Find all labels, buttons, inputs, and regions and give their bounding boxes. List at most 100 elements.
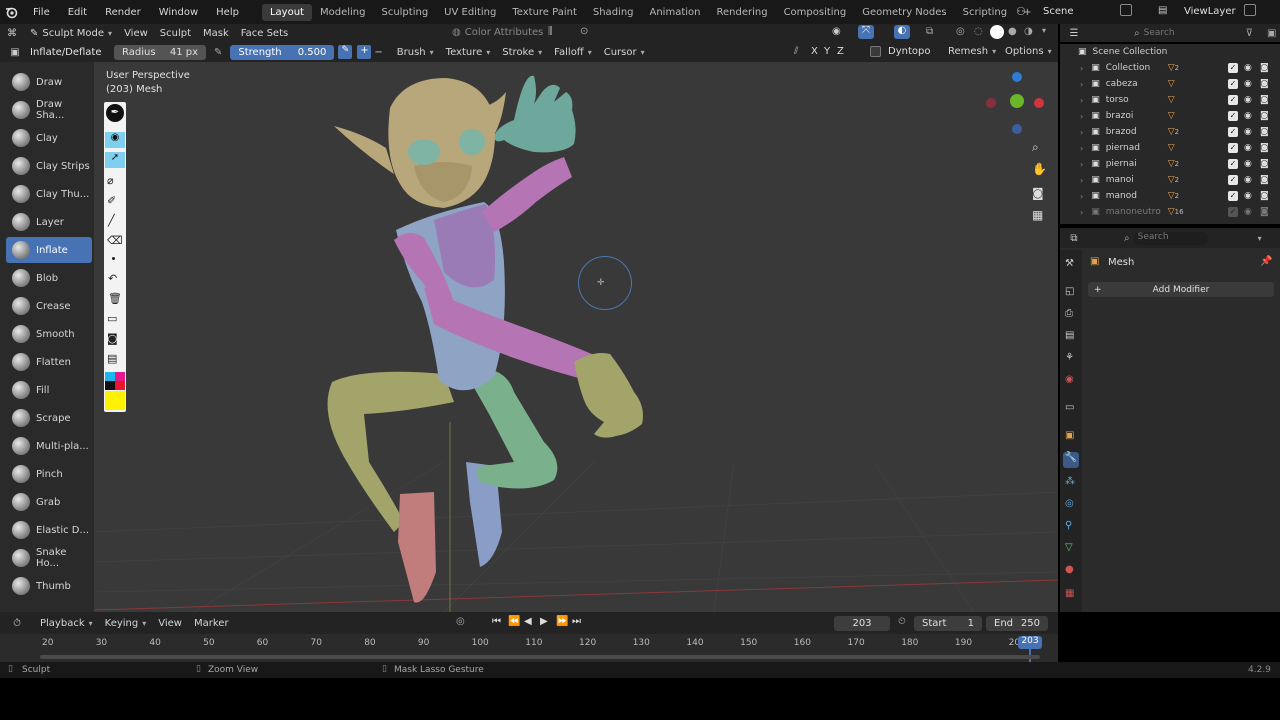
eye-icon[interactable]: ◉ bbox=[1244, 79, 1252, 89]
texture-tab-icon[interactable]: ▦ bbox=[1065, 588, 1074, 599]
camera-render-icon[interactable]: ◙ bbox=[1260, 111, 1269, 121]
workspace-tab-texture-paint[interactable]: Texture Paint bbox=[504, 4, 585, 21]
include-checkbox-icon[interactable]: ✓ bbox=[1228, 95, 1238, 105]
xray-icon[interactable]: ⧉ bbox=[926, 26, 933, 37]
menu-file[interactable]: File bbox=[24, 7, 59, 18]
view-menu[interactable]: View bbox=[152, 616, 188, 631]
play-icon[interactable]: ▶ bbox=[540, 616, 548, 627]
outliner-row[interactable]: › ▣ piernai ▽ 2 ✓ ◉ ◙ bbox=[1060, 156, 1280, 172]
marker-menu[interactable]: Marker bbox=[188, 616, 235, 631]
keying-menu[interactable]: Keying ▾ bbox=[99, 616, 153, 631]
z-axis-ball[interactable] bbox=[1012, 72, 1022, 82]
menu-face-sets[interactable]: Face Sets bbox=[235, 26, 294, 41]
symmetry-icon[interactable]: ⫼ bbox=[548, 26, 553, 37]
remesh-menu[interactable]: Remesh ▾ bbox=[942, 44, 1002, 59]
view-layer-name[interactable]: ViewLayer bbox=[1184, 6, 1236, 17]
expand-chevron-icon[interactable]: › bbox=[1080, 160, 1083, 169]
new-collection-icon[interactable]: ▣ bbox=[1267, 28, 1276, 39]
solid-shading-icon[interactable]: ◌ bbox=[974, 26, 983, 37]
workspace-tab-shading[interactable]: Shading bbox=[585, 4, 642, 21]
render-shading-icon[interactable]: ◑ bbox=[1024, 26, 1033, 37]
expand-chevron-icon[interactable]: › bbox=[1080, 96, 1083, 105]
brush-menu[interactable]: Brush ▾ bbox=[391, 45, 440, 60]
scene-selector-icon[interactable]: ⚇ bbox=[1016, 5, 1026, 18]
menu-window[interactable]: Window bbox=[150, 7, 207, 18]
scene-tab-icon[interactable]: ⚘ bbox=[1065, 352, 1074, 363]
collection-tab-icon[interactable]: ▭ bbox=[1065, 402, 1074, 413]
camera-render-icon[interactable]: ◙ bbox=[1260, 63, 1269, 73]
tool-18[interactable]: Thumb bbox=[6, 573, 92, 599]
gizmo-toggle-icon[interactable]: ⤧ bbox=[858, 25, 874, 39]
eye-icon[interactable]: ◉ bbox=[1244, 127, 1252, 137]
properties-options-chevron-icon[interactable]: ▾ bbox=[1258, 234, 1262, 243]
include-checkbox-icon[interactable]: ✓ bbox=[1228, 111, 1238, 121]
clock-icon[interactable]: ⏲ bbox=[898, 616, 906, 627]
stroke-menu[interactable]: Stroke ▾ bbox=[496, 45, 548, 60]
next-keyframe-icon[interactable]: ⏩ bbox=[556, 616, 568, 627]
y-neg-axis-ball[interactable] bbox=[1012, 124, 1022, 134]
mirror-icon[interactable]: ⫽ bbox=[794, 46, 798, 57]
menu-view[interactable]: View bbox=[118, 26, 154, 41]
tool-16[interactable]: Elastic D... bbox=[6, 517, 92, 543]
tool-1[interactable]: Draw Sha... bbox=[6, 97, 92, 123]
pivot-icon[interactable]: ⊙ bbox=[580, 26, 588, 37]
subtract-direction-button[interactable]: − bbox=[374, 47, 382, 58]
include-checkbox-icon[interactable]: ✓ bbox=[1228, 191, 1238, 201]
modifier-tab-icon[interactable]: 🔧 bbox=[1063, 452, 1079, 468]
tool-5[interactable]: Layer bbox=[6, 209, 92, 235]
tool-2[interactable]: Clay bbox=[6, 125, 92, 151]
jump-start-icon[interactable]: ⏮ bbox=[492, 616, 501, 627]
rendered-shading-icon[interactable]: ● bbox=[1008, 26, 1017, 37]
tool-14[interactable]: Pinch bbox=[6, 461, 92, 487]
material-shading-icon[interactable] bbox=[990, 25, 1004, 39]
include-checkbox-icon[interactable]: ✓ bbox=[1228, 159, 1238, 169]
menu-sculpt[interactable]: Sculpt bbox=[154, 26, 197, 41]
eye-icon[interactable]: ◉ bbox=[1244, 111, 1252, 121]
include-checkbox-icon[interactable]: ✓ bbox=[1228, 175, 1238, 185]
prev-keyframe-icon[interactable]: ⏪ bbox=[508, 616, 520, 627]
workspace-tab-rendering[interactable]: Rendering bbox=[708, 4, 775, 21]
brush-name[interactable]: Inflate/Deflate bbox=[30, 47, 108, 58]
tool-11[interactable]: Fill bbox=[6, 377, 92, 403]
add-direction-button[interactable]: + bbox=[357, 45, 372, 59]
tool-tab-icon[interactable]: ⚒ bbox=[1065, 258, 1074, 269]
eye-icon[interactable]: ◉ bbox=[1244, 63, 1252, 73]
cursor-menu[interactable]: Cursor ▾ bbox=[598, 45, 651, 60]
tool-12[interactable]: Scrape bbox=[6, 405, 92, 431]
output-tab-icon[interactable]: ⎙ bbox=[1065, 308, 1073, 319]
jump-end-icon[interactable]: ⏭ bbox=[572, 616, 581, 627]
expand-chevron-icon[interactable]: › bbox=[1080, 144, 1083, 153]
3d-viewport[interactable]: User Perspective (203) Mesh ✒ ◉ ➚ ⌀ ✐ ╱ … bbox=[94, 62, 1058, 612]
object-tab-icon[interactable]: ▣ bbox=[1065, 430, 1074, 441]
axis-y-toggle[interactable]: Y bbox=[824, 46, 830, 57]
zoom-icon[interactable]: ⌕ bbox=[1032, 140, 1039, 155]
tool-8[interactable]: Crease bbox=[6, 293, 92, 319]
expand-chevron-icon[interactable]: › bbox=[1080, 208, 1083, 217]
tool-9[interactable]: Smooth bbox=[6, 321, 92, 347]
axis-z-toggle[interactable]: Z bbox=[837, 46, 844, 57]
timeline-scrollbar[interactable] bbox=[40, 655, 1040, 659]
world-tab-icon[interactable]: ◉ bbox=[1065, 374, 1074, 385]
outliner-row[interactable]: › ▣ manoi ▽ 2 ✓ ◉ ◙ bbox=[1060, 172, 1280, 188]
tool-17[interactable]: Snake Ho... bbox=[6, 545, 92, 571]
scene-name[interactable]: Scene bbox=[1043, 6, 1074, 17]
outliner-row[interactable]: › ▣ torso ▽ ✓ ◉ ◙ bbox=[1060, 92, 1280, 108]
render-tab-icon[interactable]: ◱ bbox=[1065, 286, 1074, 297]
x-neg-axis-ball[interactable] bbox=[986, 98, 996, 108]
outliner-row[interactable]: › ▣ manod ▽ 2 ✓ ◉ ◙ bbox=[1060, 188, 1280, 204]
y-axis-ball[interactable] bbox=[1010, 94, 1024, 108]
physics-tab-icon[interactable]: ◎ bbox=[1065, 498, 1074, 509]
material-tab-icon[interactable]: ● bbox=[1065, 564, 1074, 575]
current-frame-field[interactable]: 203 bbox=[834, 616, 890, 631]
tool-13[interactable]: Multi-pla... bbox=[6, 433, 92, 459]
workspace-tab-modeling[interactable]: Modeling bbox=[312, 4, 374, 21]
workspace-tab-scripting[interactable]: Scripting bbox=[955, 4, 1015, 21]
playhead-frame-indicator[interactable]: 203 bbox=[1018, 636, 1042, 649]
scene-collection-row[interactable]: ▣ Scene Collection bbox=[1060, 44, 1280, 60]
tool-4[interactable]: Clay Thu... bbox=[6, 181, 92, 207]
camera-render-icon[interactable]: ◙ bbox=[1260, 95, 1269, 105]
expand-chevron-icon[interactable]: › bbox=[1080, 80, 1083, 89]
menu-help[interactable]: Help bbox=[207, 7, 248, 18]
outliner-row[interactable]: › ▣ cabeza ▽ ✓ ◉ ◙ bbox=[1060, 76, 1280, 92]
tool-3[interactable]: Clay Strips bbox=[6, 153, 92, 179]
